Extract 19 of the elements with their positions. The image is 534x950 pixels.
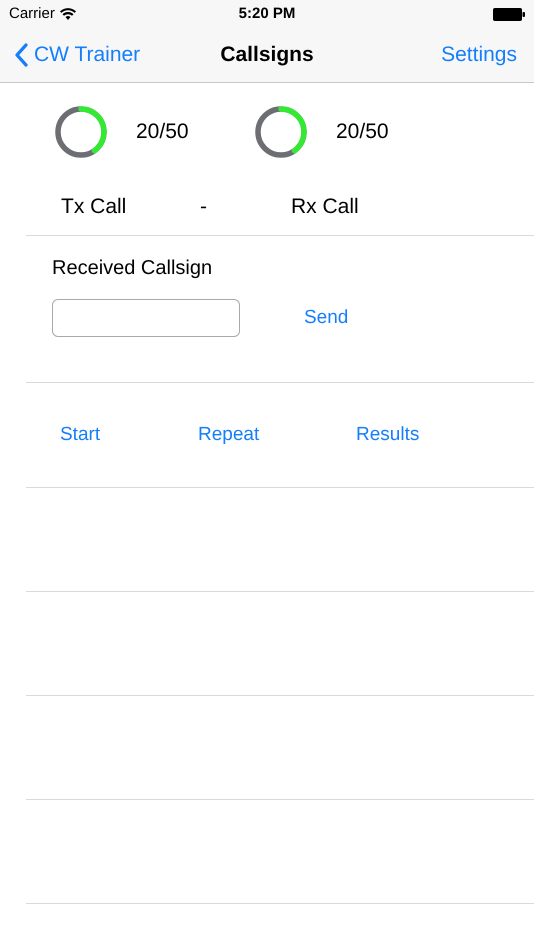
settings-button[interactable]: Settings bbox=[441, 39, 517, 71]
separator-label: - bbox=[200, 194, 208, 220]
nav-title: Callsigns bbox=[220, 42, 314, 68]
progress-count: 20/50 bbox=[336, 119, 389, 146]
back-button[interactable]: CW Trainer bbox=[14, 39, 140, 71]
action-button[interactable]: Repeat bbox=[198, 420, 260, 450]
battery-icon bbox=[492, 8, 525, 20]
rx-call-label: Rx Call bbox=[291, 194, 359, 220]
send-button[interactable]: Send bbox=[304, 304, 348, 332]
progress-count: 20/50 bbox=[136, 119, 190, 146]
tx-call-label: Tx Call bbox=[61, 194, 128, 220]
action-button[interactable]: Start bbox=[60, 420, 100, 450]
received-callsign-label: Received Callsign bbox=[52, 256, 214, 281]
chevron-left-icon bbox=[14, 43, 28, 67]
action-button[interactable]: Results bbox=[356, 420, 420, 450]
callsign-input[interactable] bbox=[52, 299, 240, 337]
status-time: 5:20 PM bbox=[238, 4, 296, 24]
carrier-label: Carrier bbox=[9, 4, 55, 24]
wifi-icon bbox=[60, 8, 76, 20]
